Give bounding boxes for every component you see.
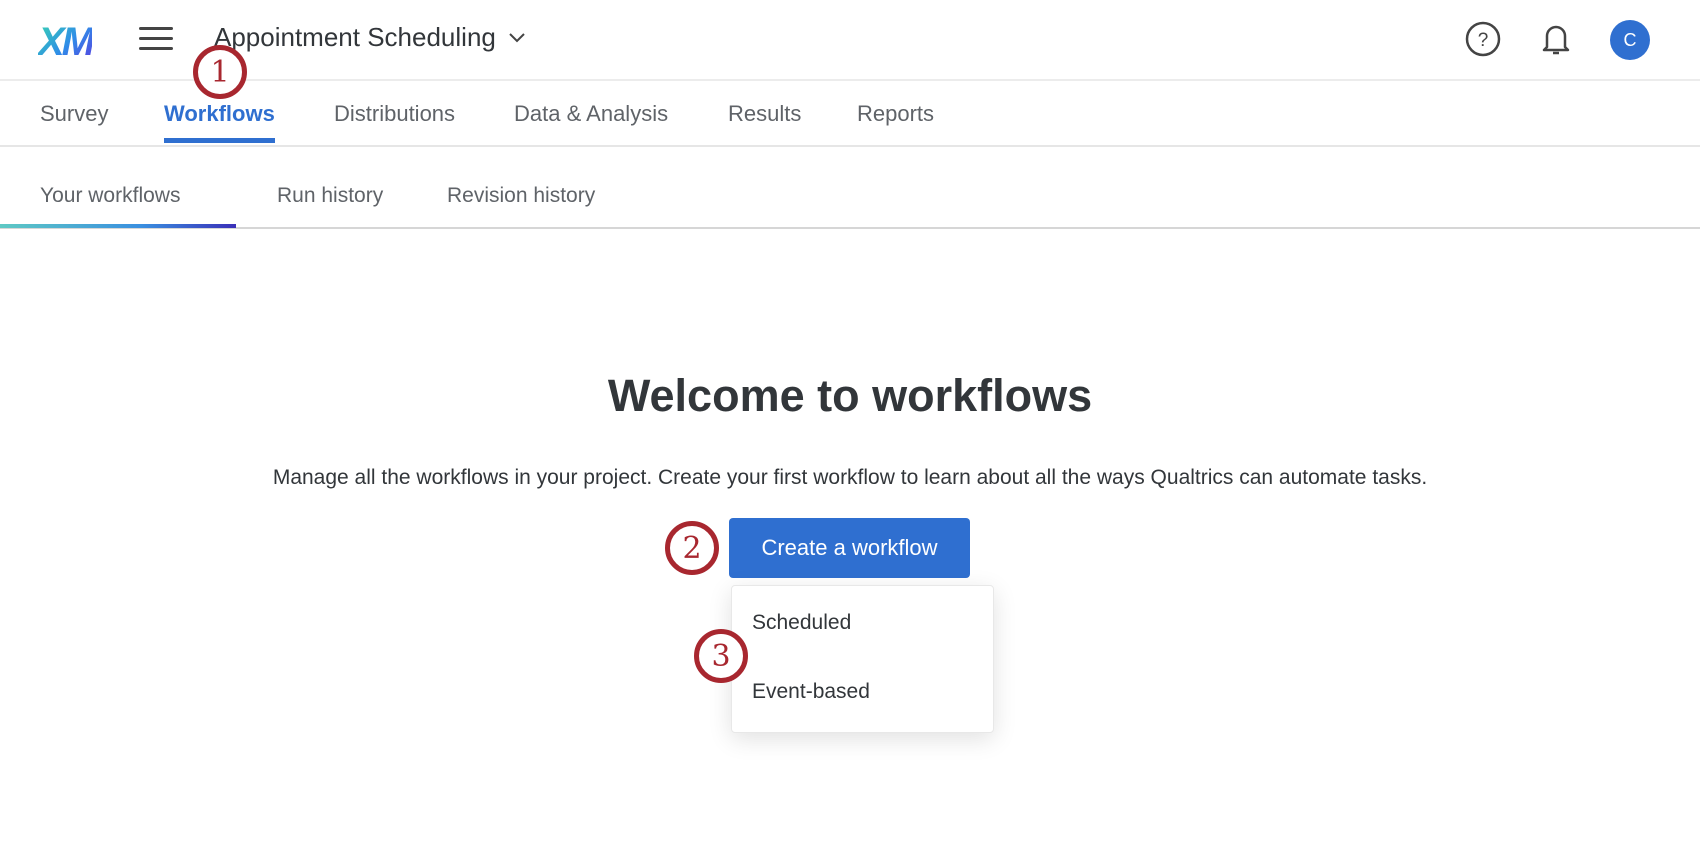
tab-survey[interactable]: Survey (40, 101, 108, 141)
workflow-subtabs: Your workflows Run history Revision hist… (0, 147, 1700, 229)
project-selector[interactable]: Appointment Scheduling (214, 22, 526, 53)
welcome-heading: Welcome to workflows (607, 370, 1093, 421)
notification-bell-icon[interactable] (1536, 19, 1576, 59)
annotation-marker-2: 2 (665, 521, 719, 575)
tab-workflows[interactable]: Workflows (164, 101, 275, 143)
menu-item-event-based[interactable]: Event-based (752, 680, 870, 704)
xm-logo[interactable]: XM (38, 20, 95, 65)
chevron-down-icon (509, 32, 525, 42)
subtab-revision-history[interactable]: Revision history (447, 184, 595, 208)
tab-reports[interactable]: Reports (857, 101, 934, 141)
svg-text:?: ? (1478, 30, 1489, 51)
tab-data-analysis[interactable]: Data & Analysis (514, 101, 668, 141)
annotation-marker-3: 3 (694, 629, 748, 683)
help-icon[interactable]: ? (1463, 19, 1503, 59)
welcome-description: Manage all the workflows in your project… (272, 466, 1428, 489)
hamburger-menu-icon[interactable] (139, 27, 173, 51)
tab-results[interactable]: Results (728, 101, 801, 141)
active-subtab-underline (0, 224, 236, 228)
user-avatar[interactable]: C (1610, 20, 1650, 60)
workflow-type-menu: Scheduled Event-based (731, 585, 994, 733)
create-workflow-button[interactable]: Create a workflow (729, 518, 970, 578)
subtab-your-workflows[interactable]: Your workflows (40, 184, 180, 208)
main-tabs: Survey Workflows Distributions Data & An… (0, 81, 1700, 147)
top-header: XM Appointment Scheduling ? C (0, 0, 1700, 81)
project-title: Appointment Scheduling (214, 22, 496, 52)
annotation-marker-1: 1 (193, 45, 247, 99)
tab-distributions[interactable]: Distributions (334, 101, 455, 141)
subtab-run-history[interactable]: Run history (277, 184, 383, 208)
menu-item-scheduled[interactable]: Scheduled (752, 611, 851, 635)
